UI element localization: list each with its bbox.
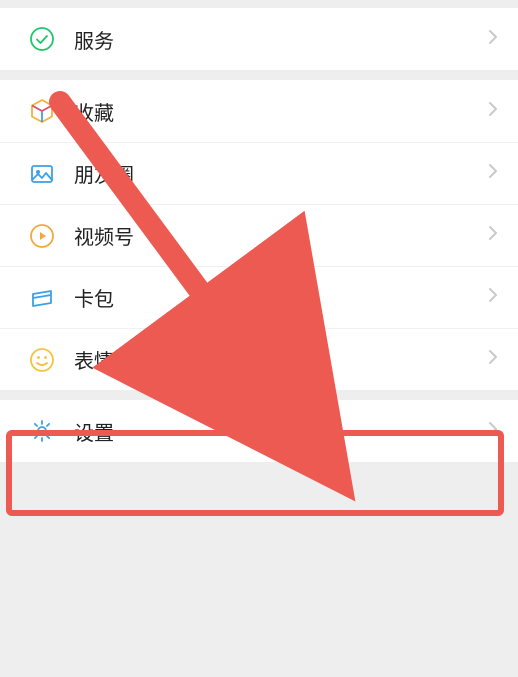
cube-icon xyxy=(28,97,56,125)
menu-group: 设置 xyxy=(0,400,518,462)
row-label: 收藏 xyxy=(74,97,488,126)
row-label: 视频号 xyxy=(74,221,488,250)
smile-icon xyxy=(28,346,56,374)
card-icon xyxy=(28,284,56,312)
row-label: 设置 xyxy=(74,417,488,446)
gear-icon xyxy=(28,417,56,445)
row-favorites[interactable]: 收藏 xyxy=(0,80,518,142)
row-label: 卡包 xyxy=(74,283,488,312)
row-moments[interactable]: 朋友圈 xyxy=(0,142,518,204)
row-cards[interactable]: 卡包 xyxy=(0,266,518,328)
service-icon xyxy=(28,25,56,53)
row-stickers[interactable]: 表情 xyxy=(0,328,518,390)
chevron-right-icon xyxy=(488,287,498,308)
menu-group: 收藏 朋友圈 视频号 xyxy=(0,80,518,390)
chevron-right-icon xyxy=(488,421,498,442)
menu-group: 服务 xyxy=(0,8,518,70)
chevron-right-icon xyxy=(488,163,498,184)
row-channels[interactable]: 视频号 xyxy=(0,204,518,266)
row-label: 朋友圈 xyxy=(74,159,488,188)
row-label: 服务 xyxy=(74,25,488,54)
chevron-right-icon xyxy=(488,101,498,122)
row-label: 表情 xyxy=(74,345,488,374)
chevron-right-icon xyxy=(488,225,498,246)
row-service[interactable]: 服务 xyxy=(0,8,518,70)
picture-icon xyxy=(28,160,56,188)
chevron-right-icon xyxy=(488,349,498,370)
row-settings[interactable]: 设置 xyxy=(0,400,518,462)
chevron-right-icon xyxy=(488,29,498,50)
play-icon xyxy=(28,222,56,250)
